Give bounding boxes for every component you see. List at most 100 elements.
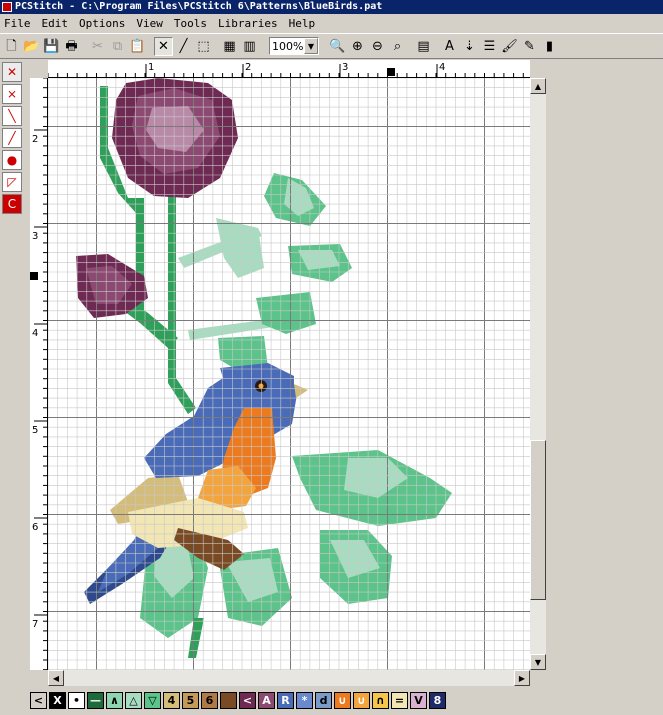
zoom-fit-button[interactable]: ⌕ [388, 37, 407, 56]
vertical-scrollbar[interactable]: ▲ ▼ [530, 78, 546, 670]
menu-help[interactable]: Help [289, 17, 316, 30]
copy-button[interactable]: ⧉ [108, 37, 127, 56]
grid-icon: ▦ [223, 38, 236, 54]
palette-color-brown-light[interactable]: 5 [182, 691, 199, 709]
palette-color-cream[interactable]: = [391, 691, 408, 709]
horizontal-ruler: 1 2 3 4 [48, 60, 530, 78]
menu-view[interactable]: View [136, 17, 163, 30]
scroll-right-button[interactable]: ▶ [514, 670, 530, 686]
palette-color-sky[interactable]: d [315, 691, 332, 709]
stem [168, 196, 196, 414]
new-button[interactable]: 🗋 [2, 37, 21, 56]
palette-color-tan[interactable]: 4 [163, 691, 180, 709]
ruler-left-label: 6 [32, 522, 38, 533]
ruler-top-label: 2 [245, 62, 251, 73]
stitch-tools-panel: ✕ ⨯ ╲ ╱ ● ◸ C [0, 60, 24, 220]
palette-color-dark-brown[interactable] [220, 691, 237, 709]
ruler-top-label: 4 [439, 62, 445, 73]
menu-libraries[interactable]: Libraries [218, 17, 278, 30]
palette-color-black[interactable]: X [49, 691, 66, 709]
alphabet-button[interactable]: ☰ [480, 37, 499, 56]
three-quarter-tool-button[interactable]: ◸ [2, 172, 22, 192]
floss-icon: ▮ [545, 38, 554, 54]
horizontal-scrollbar[interactable]: ◀ ▶ [48, 670, 530, 686]
menu-tools[interactable]: Tools [174, 17, 207, 30]
select-rect-button[interactable]: ⬚ [194, 37, 213, 56]
brush-icon: 🖌 [501, 38, 518, 54]
ruler-left-label: 7 [32, 619, 38, 630]
text-down-icon: ⇣ [464, 38, 475, 54]
floss-palette-button[interactable]: ▥ [240, 37, 259, 56]
stitch-list-button[interactable]: ▤ [414, 37, 433, 56]
palette-color-light-orange[interactable]: ∪ [353, 691, 370, 709]
palette-color-orange[interactable]: ∪ [334, 691, 351, 709]
palette-color-light-blue[interactable]: * [296, 691, 313, 709]
vertical-scroll-thumb[interactable] [530, 440, 546, 600]
new-icon: 🗋 [6, 38, 17, 54]
print-button[interactable]: 🖶 [62, 37, 81, 56]
cut-icon: ✂ [92, 38, 103, 54]
text-button[interactable]: A [440, 37, 459, 56]
color-palette: < X • — ∧ △ ▽ 4 5 6 < A R * d ∪ ∪ ∩ = V 8 [30, 689, 480, 711]
full-stitch-button[interactable]: ✕ [154, 36, 173, 56]
paste-icon: 📋 [129, 38, 146, 54]
backstitch-button[interactable]: ╱ [174, 37, 193, 56]
stem [188, 618, 204, 658]
ruler-left-label: 5 [32, 425, 38, 436]
palette-color-pink[interactable]: V [410, 691, 427, 709]
half-stitch-tool-button[interactable]: ╲ [2, 106, 22, 126]
window-title: PCStitch - C:\Program Files\PCStitch 6\P… [15, 1, 383, 12]
grid-button[interactable]: ▦ [220, 37, 239, 56]
quarter-stitch-tool-icon: ╱ [8, 131, 16, 145]
text-down-button[interactable]: ⇣ [460, 37, 479, 56]
save-button[interactable]: 💾 [42, 37, 61, 56]
half-cross-tool-icon: ⨯ [6, 87, 18, 101]
zoom-value: 100% [272, 39, 304, 53]
cut-button[interactable]: ✂ [88, 37, 107, 56]
palette-color-white[interactable]: • [68, 691, 85, 709]
palette-color-mauve[interactable]: A [258, 691, 275, 709]
full-cross-tool-icon: ✕ [6, 65, 18, 79]
half-cross-tool-button[interactable]: ⨯ [2, 84, 22, 104]
half-stitch-tool-icon: ╲ [8, 109, 16, 123]
palette-color-dark-green[interactable]: — [87, 691, 104, 709]
paste-button[interactable]: 📋 [128, 37, 147, 56]
menu-options[interactable]: Options [79, 17, 125, 30]
color-tool-icon: C [7, 197, 17, 211]
color-tool-button[interactable]: C [2, 194, 22, 214]
eyedropper-icon: ✎ [524, 38, 535, 54]
palette-color-brown[interactable]: 6 [201, 691, 218, 709]
vertical-ruler: 2 3 4 5 6 7 [30, 78, 48, 670]
palette-color-mint[interactable]: ∧ [106, 691, 123, 709]
zoom-in-button[interactable]: ⊕ [348, 37, 367, 56]
floss-button[interactable]: ▮ [540, 37, 559, 56]
zoom-out-button[interactable]: ⊖ [368, 37, 387, 56]
app-icon [2, 2, 12, 12]
quarter-stitch-tool-button[interactable]: ╱ [2, 128, 22, 148]
zoom-button[interactable]: 🔍 [328, 37, 347, 56]
palette-color-navy[interactable]: 8 [429, 691, 446, 709]
scroll-up-button[interactable]: ▲ [530, 78, 546, 94]
zoom-select[interactable]: 100% ▼ [269, 37, 319, 55]
menu-edit[interactable]: Edit [42, 17, 69, 30]
title-bar: PCStitch - C:\Program Files\PCStitch 6\P… [0, 0, 663, 14]
french-knot-tool-button[interactable]: ● [2, 150, 22, 170]
palette-scroll-left-button[interactable]: < [30, 691, 47, 709]
floss-palette-icon: ▥ [243, 38, 256, 54]
brush-button[interactable]: 🖌 [500, 37, 519, 56]
pattern-canvas[interactable] [48, 78, 530, 670]
palette-color-green[interactable]: ▽ [144, 691, 161, 709]
scroll-left-button[interactable]: ◀ [48, 670, 64, 686]
palette-color-plum[interactable]: < [239, 691, 256, 709]
palette-color-blue[interactable]: R [277, 691, 294, 709]
palette-color-light-mint[interactable]: △ [125, 691, 142, 709]
zoom-fit-icon: ⌕ [393, 38, 402, 54]
chevron-down-icon[interactable]: ▼ [304, 38, 318, 54]
full-cross-tool-button[interactable]: ✕ [2, 62, 22, 82]
scroll-down-button[interactable]: ▼ [530, 654, 546, 670]
palette-color-gold[interactable]: ∩ [372, 691, 389, 709]
backstitch-icon: ╱ [179, 38, 188, 54]
eyedropper-button[interactable]: ✎ [520, 37, 539, 56]
open-folder-button[interactable]: 📂 [22, 37, 41, 56]
menu-file[interactable]: File [4, 17, 31, 30]
